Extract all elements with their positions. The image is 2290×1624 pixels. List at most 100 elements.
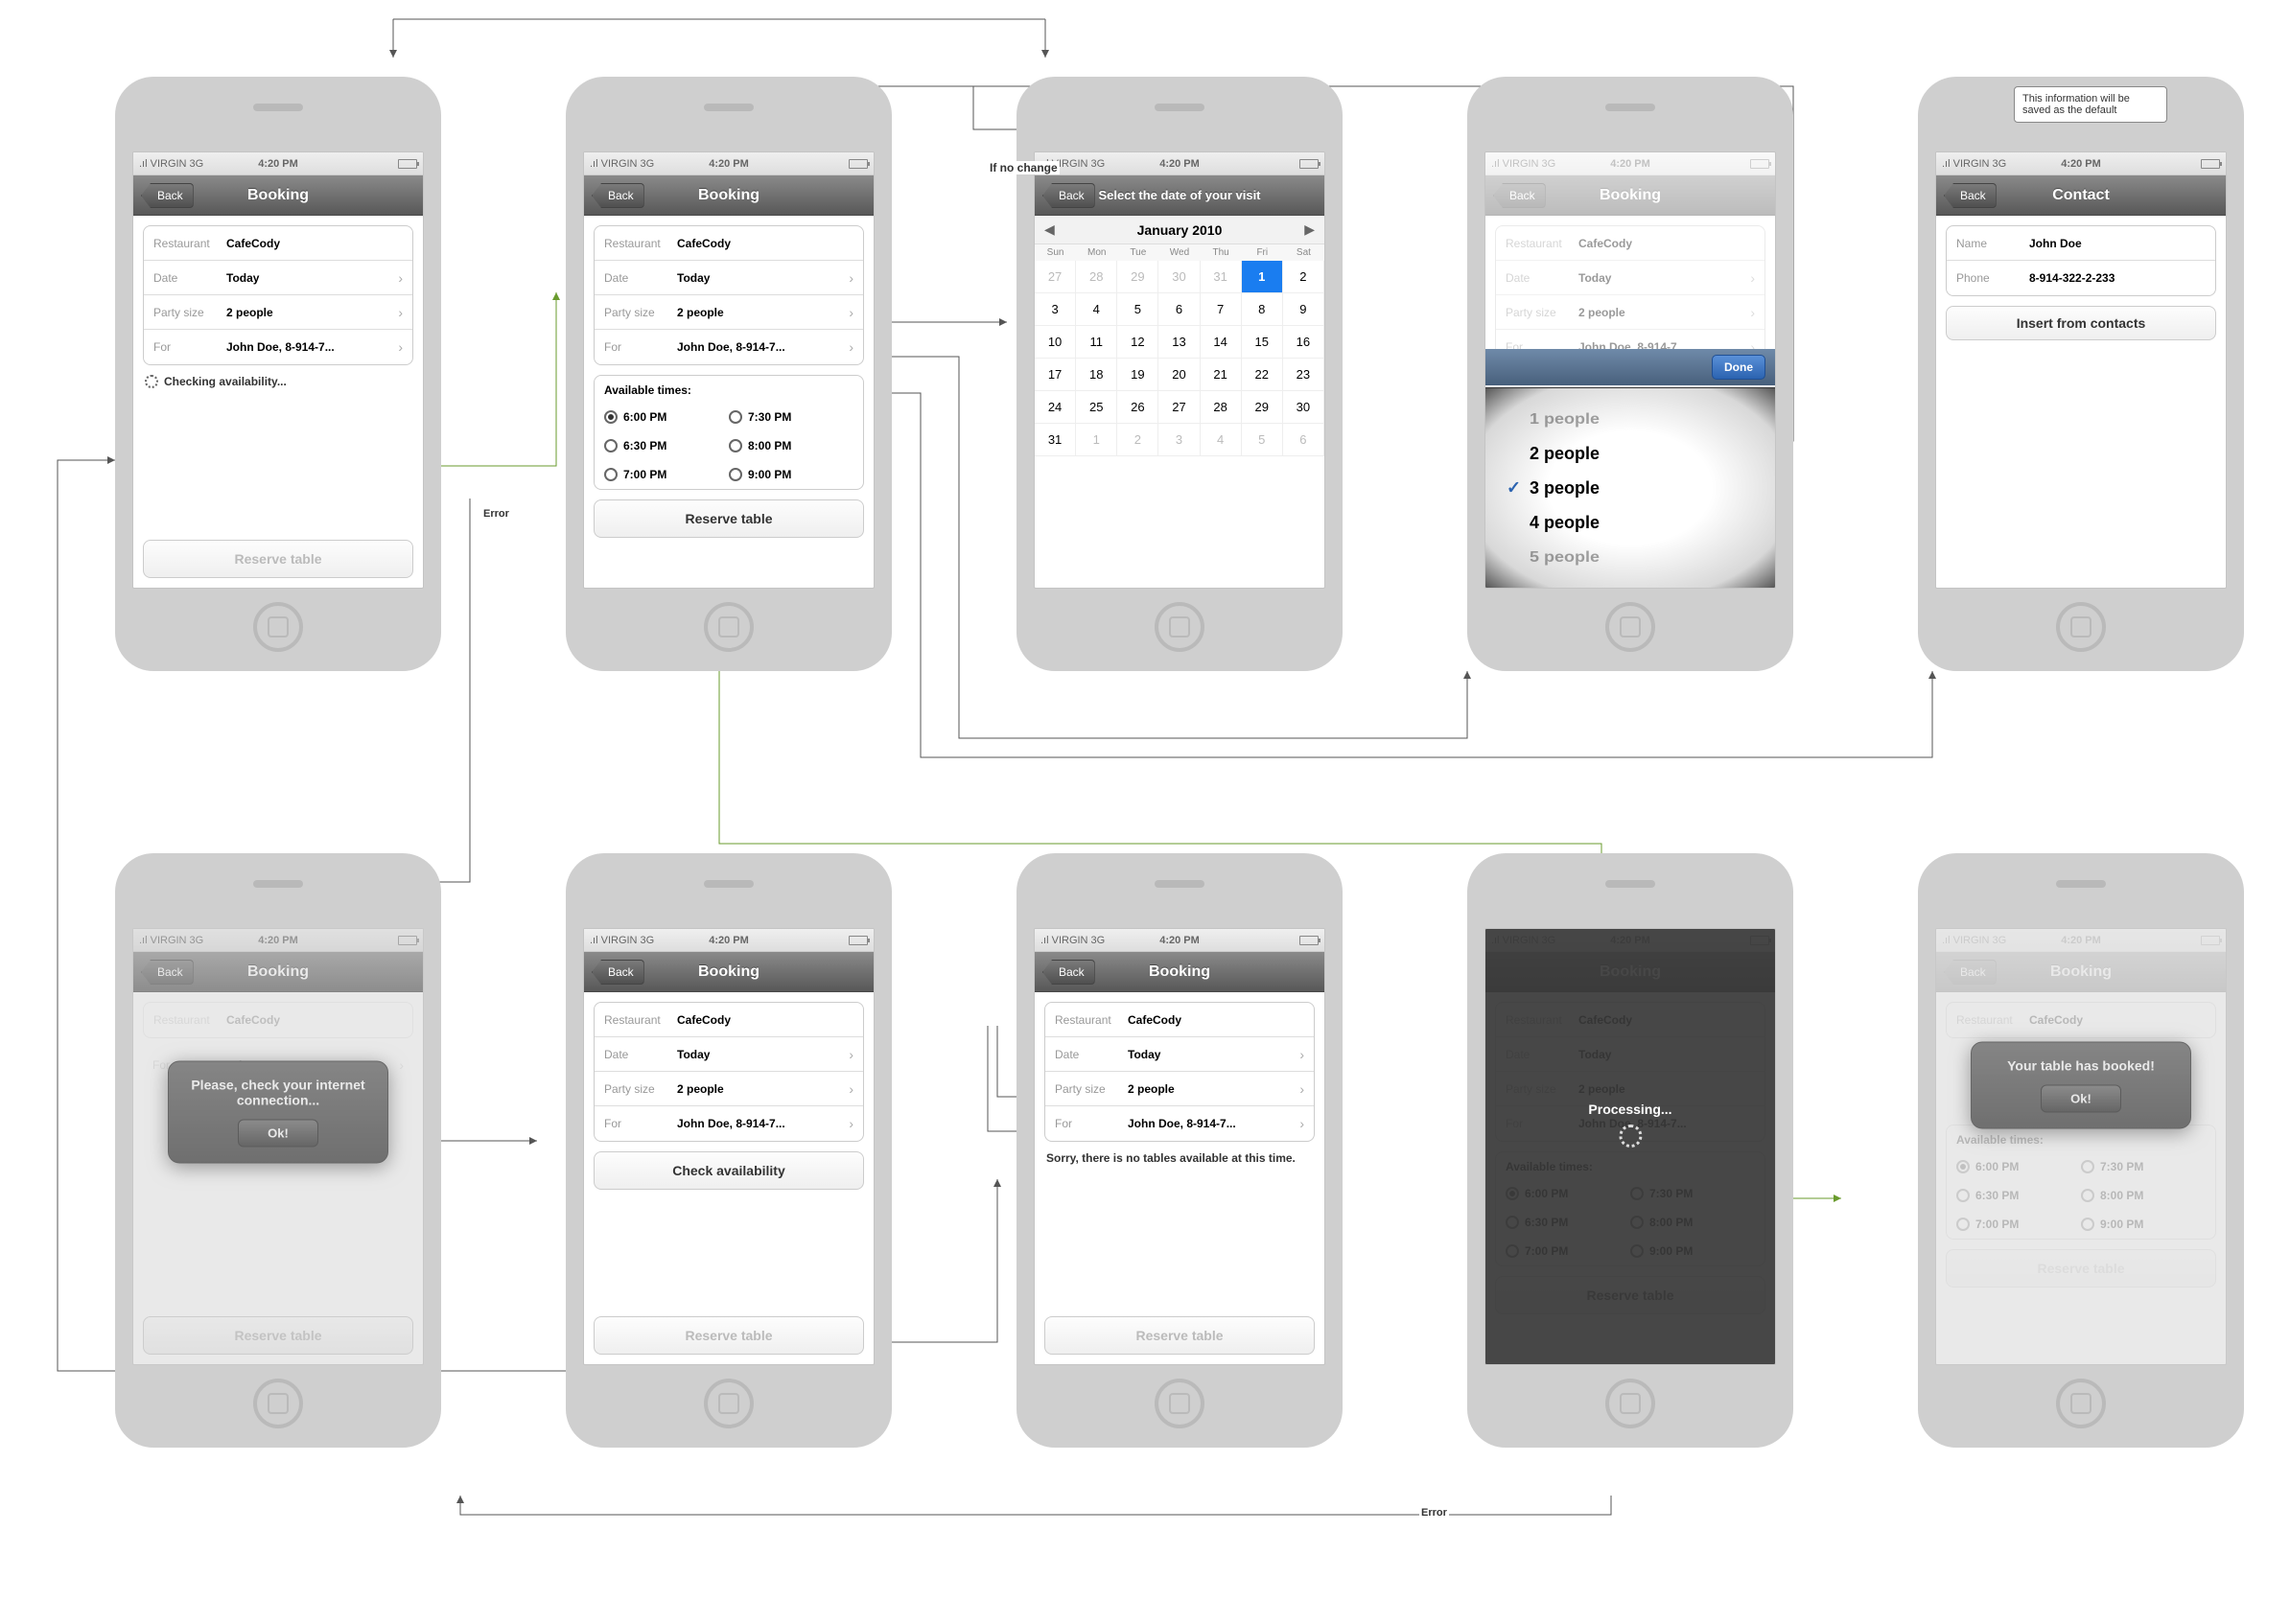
home-button[interactable] [2056,1379,2106,1428]
home-button[interactable] [704,602,754,652]
calendar-day[interactable]: 27 [1158,391,1200,424]
calendar-day[interactable]: 4 [1076,293,1117,326]
phone-calendar: .ıl VIRGIN 3G4:20 PM BackSelect the date… [1016,77,1343,671]
row-date[interactable]: DateToday› [144,261,412,295]
calendar-day[interactable]: 6 [1158,293,1200,326]
calendar-day[interactable]: 26 [1117,391,1158,424]
calendar-day[interactable]: 9 [1283,293,1324,326]
calendar-day[interactable]: 19 [1117,359,1158,391]
ok-button[interactable]: Ok! [238,1119,318,1147]
calendar-day[interactable]: 13 [1158,326,1200,359]
time-option[interactable]: 6:30 PM [604,431,729,460]
alert-modal: Your table has booked! Ok! [1971,1042,2191,1129]
reserve-button[interactable]: Reserve table [594,499,864,538]
row-for[interactable]: ForJohn Doe, 8-914-7...› [1045,1106,1314,1141]
back-button[interactable]: Back [1042,183,1095,208]
row-party-size[interactable]: Party size2 people› [595,1072,863,1106]
next-month-icon[interactable]: ▶ [1304,221,1315,238]
calendar-day[interactable]: 3 [1035,293,1076,326]
calendar-day-muted[interactable]: 27 [1035,261,1076,293]
row-phone[interactable]: Phone8-914-322-2-233 [1947,261,2215,295]
back-button[interactable]: Back [592,960,644,985]
row-date[interactable]: DateToday› [1045,1037,1314,1072]
calendar-day[interactable]: 12 [1117,326,1158,359]
calendar-day[interactable]: 20 [1158,359,1200,391]
row-date[interactable]: DateToday› [595,261,863,295]
calendar-day[interactable]: 21 [1201,359,1242,391]
calendar-day[interactable]: 24 [1035,391,1076,424]
prev-month-icon[interactable]: ◀ [1044,221,1055,238]
home-button[interactable] [253,1379,303,1428]
calendar-grid[interactable]: 2728293031123456789101112131415161718192… [1035,261,1324,456]
calendar-day[interactable]: 31 [1035,424,1076,456]
calendar-day-muted[interactable]: 5 [1242,424,1283,456]
calendar-day[interactable]: 25 [1076,391,1117,424]
picker-option[interactable]: 4 people [1485,505,1775,540]
calendar-day-muted[interactable]: 1 [1076,424,1117,456]
calendar-day-muted[interactable]: 4 [1201,424,1242,456]
picker-option-selected[interactable]: 2 people [1485,436,1775,471]
check-availability-button[interactable]: Check availability [594,1151,864,1190]
calendar-day[interactable]: 10 [1035,326,1076,359]
calendar-day[interactable]: 22 [1242,359,1283,391]
calendar-day-muted[interactable]: 31 [1201,261,1242,293]
calendar-day-muted[interactable]: 28 [1076,261,1117,293]
calendar-day[interactable]: 29 [1242,391,1283,424]
calendar-day[interactable]: 14 [1201,326,1242,359]
home-button[interactable] [1155,602,1204,652]
row-date[interactable]: DateToday› [595,1037,863,1072]
row-name[interactable]: NameJohn Doe [1947,226,2215,261]
calendar-day-muted[interactable]: 6 [1283,424,1324,456]
time-option[interactable]: 7:00 PM [604,460,729,489]
row-party-size[interactable]: Party size2 people› [144,295,412,330]
home-button[interactable] [2056,602,2106,652]
calendar-day[interactable]: 8 [1242,293,1283,326]
back-button[interactable]: Back [141,183,194,208]
calendar-day[interactable]: 30 [1283,391,1324,424]
time-option[interactable]: 8:00 PM [729,431,853,460]
calendar-day[interactable]: 2 [1283,261,1324,293]
status-bar: .ıl VIRGIN 3G4:20 PM [133,152,423,175]
home-button[interactable] [1155,1379,1204,1428]
calendar-day[interactable]: 18 [1076,359,1117,391]
ok-button[interactable]: Ok! [2041,1085,2121,1113]
calendar-day-muted[interactable]: 30 [1158,261,1200,293]
calendar-day[interactable]: 7 [1201,293,1242,326]
reserve-button[interactable]: Reserve table [1044,1316,1315,1355]
insert-from-contacts-button[interactable]: Insert from contacts [1946,306,2216,340]
back-button[interactable]: Back [1493,183,1546,208]
reserve-button[interactable]: Reserve table [143,540,413,578]
calendar-day[interactable]: 28 [1201,391,1242,424]
home-button[interactable] [1605,1379,1655,1428]
calendar-day-muted[interactable]: 3 [1158,424,1200,456]
row-for[interactable]: ForJohn Doe, 8-914-7...› [595,330,863,364]
time-option[interactable]: 6:00 PM [604,403,729,431]
home-button[interactable] [1605,602,1655,652]
picker-option[interactable]: 5 people [1485,543,1775,572]
row-party-size[interactable]: Party size2 people› [1045,1072,1314,1106]
home-button[interactable] [704,1379,754,1428]
picker-option[interactable]: 1 people [1485,405,1775,434]
row-for[interactable]: ForJohn Doe, 8-914-7...› [595,1106,863,1141]
calendar-day[interactable]: 11 [1076,326,1117,359]
back-button[interactable]: Back [1042,960,1095,985]
calendar-day-muted[interactable]: 2 [1117,424,1158,456]
picker-option[interactable]: 3 people [1485,471,1775,505]
reserve-button[interactable]: Reserve table [594,1316,864,1355]
calendar-day[interactable]: 23 [1283,359,1324,391]
back-button[interactable]: Back [1944,183,1997,208]
calendar-day[interactable]: 5 [1117,293,1158,326]
row-party-size[interactable]: Party size2 people› [595,295,863,330]
done-button[interactable]: Done [1712,355,1765,380]
calendar-day[interactable]: 17 [1035,359,1076,391]
row-for[interactable]: ForJohn Doe, 8-914-7...› [144,330,412,364]
calendar-day[interactable]: 15 [1242,326,1283,359]
calendar-day[interactable]: 1 [1242,261,1283,293]
home-button[interactable] [253,602,303,652]
back-button[interactable]: Back [592,183,644,208]
calendar-day[interactable]: 16 [1283,326,1324,359]
picker-wheel[interactable]: ✓ 1 people 2 people 3 people 4 people 5 … [1485,387,1775,588]
calendar-day-muted[interactable]: 29 [1117,261,1158,293]
time-option[interactable]: 9:00 PM [729,460,853,489]
time-option[interactable]: 7:30 PM [729,403,853,431]
